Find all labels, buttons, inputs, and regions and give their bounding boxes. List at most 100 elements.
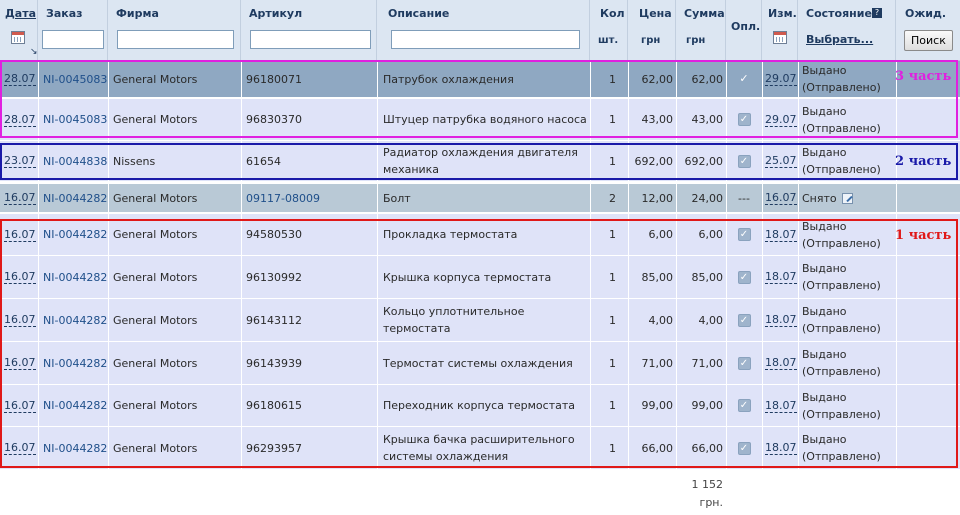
changed-date-link[interactable]: 18.07 <box>765 270 797 284</box>
changed-date-link[interactable]: 18.07 <box>765 356 797 370</box>
date-link[interactable]: 16.07 <box>4 228 36 242</box>
date-link[interactable]: 16.07 <box>4 270 36 284</box>
column-divider <box>798 214 799 255</box>
header-sum-cell: Сумма грн <box>676 0 726 60</box>
cell-qty: 1 <box>609 270 616 284</box>
cell-changed: 18.07 <box>765 342 797 384</box>
changed-date-link[interactable]: 18.07 <box>765 313 797 327</box>
edit-icon[interactable] <box>841 192 853 204</box>
search-button[interactable]: Поиск <box>904 30 953 51</box>
description-text: Патрубок охлаждения <box>383 72 514 86</box>
cell-description: Крышка корпуса термостата <box>383 256 587 298</box>
article-text: 96830370 <box>246 113 302 126</box>
order-link[interactable]: NI-0044838 <box>43 155 107 168</box>
cell-price: 99,00 <box>641 399 674 412</box>
cell-price: 85,00 <box>641 270 674 284</box>
column-divider <box>896 385 897 426</box>
cell-date: 16.07 <box>4 214 38 255</box>
cell-price: 43,00 <box>641 113 674 126</box>
date-link[interactable]: 16.07 <box>4 356 36 370</box>
calendar-icon[interactable] <box>773 31 787 44</box>
cell-description: Патрубок охлаждения <box>383 61 587 97</box>
order-link[interactable]: NI-0044282 <box>43 271 107 284</box>
date-link[interactable]: 16.07 <box>4 313 36 327</box>
cell-description: Штуцер патрубка водяного насоса <box>383 99 587 140</box>
changed-date-link[interactable]: 25.07 <box>765 154 797 168</box>
date-link[interactable]: 28.07 <box>4 72 36 86</box>
firm-filter-input[interactable] <box>117 30 234 49</box>
cell-order: NI-0045083 <box>43 99 109 140</box>
header-qty-cell: Кол шт. <box>590 0 628 60</box>
order-link[interactable]: NI-0044282 <box>43 314 107 327</box>
header-qty: Кол <box>600 7 625 20</box>
order-filter-input[interactable] <box>42 30 104 49</box>
help-icon[interactable]: ? <box>872 8 882 18</box>
column-divider <box>798 427 799 469</box>
cell-status: Выдано (Отправлено) <box>802 342 894 384</box>
changed-date-link[interactable]: 29.07 <box>765 113 797 127</box>
cell-price: 71,00 <box>641 356 674 370</box>
header-price-cell: Цена грн <box>628 0 676 60</box>
order-link[interactable]: NI-0044282 <box>43 228 107 241</box>
cell-qty: 1 <box>609 356 616 370</box>
cell-date: 16.07 <box>4 342 38 384</box>
cell-price: 66,00 <box>641 441 674 455</box>
cell-price: 692,00 <box>634 154 674 168</box>
cell-qty: 1 <box>609 113 616 126</box>
table-header: Дата ↘ Заказ Фирма Артикул Описание Кол … <box>0 0 960 61</box>
cell-description: Переходник корпуса термостата <box>383 385 587 426</box>
cell-date: 16.07 <box>4 299 38 341</box>
header-date-sort[interactable]: Дата <box>5 7 36 20</box>
column-divider <box>377 61 378 97</box>
description-filter-input[interactable] <box>391 30 580 49</box>
changed-date-link[interactable]: 18.07 <box>765 441 797 455</box>
column-divider <box>377 184 378 212</box>
date-link[interactable]: 28.07 <box>4 113 36 127</box>
cell-changed: 29.07 <box>765 99 797 140</box>
status-select-link[interactable]: Выбрать... <box>806 33 873 46</box>
order-link[interactable]: NI-0044282 <box>43 442 107 455</box>
changed-date-link[interactable]: 18.07 <box>765 228 797 242</box>
order-link[interactable]: NI-0044282 <box>43 357 107 370</box>
article-link[interactable]: 09117-08009 <box>246 192 320 205</box>
cell-article: 96143939 <box>246 342 377 384</box>
cell-firm: General Motors <box>113 228 198 241</box>
column-divider <box>38 61 39 97</box>
cell-sum: 24,00 <box>691 191 724 205</box>
cell-article: 96180071 <box>246 61 377 97</box>
column-divider <box>38 99 39 140</box>
cell-price: 4,00 <box>648 313 674 327</box>
date-link[interactable]: 16.07 <box>4 441 36 455</box>
column-divider <box>38 184 39 212</box>
article-filter-input[interactable] <box>250 30 371 49</box>
column-divider <box>377 342 378 384</box>
changed-date-link[interactable]: 29.07 <box>765 72 797 86</box>
date-link[interactable]: 23.07 <box>4 154 36 168</box>
calendar-icon[interactable] <box>11 31 25 44</box>
cell-sum: 85,00 <box>691 270 724 284</box>
cell-date: 16.07 <box>4 427 38 469</box>
part2-label: 2 часть <box>895 154 952 169</box>
column-divider <box>762 427 763 469</box>
cell-paid: ✓ <box>726 61 762 97</box>
column-divider <box>762 214 763 255</box>
status-text: Выдано (Отправлено) <box>802 433 881 463</box>
cell-order: NI-0044838 <box>43 141 109 181</box>
cell-changed: 18.07 <box>765 427 797 469</box>
order-link[interactable]: NI-0045083 <box>43 73 107 86</box>
part1-label: 1 часть <box>895 228 952 243</box>
article-text: 96130992 <box>246 270 302 284</box>
cell-order: NI-0044282 <box>43 299 109 341</box>
order-link[interactable]: NI-0044282 <box>43 399 107 412</box>
order-link[interactable]: NI-0045083 <box>43 113 107 126</box>
column-divider <box>377 385 378 426</box>
cell-date: 28.07 <box>4 61 38 97</box>
cell-article: 96830370 <box>246 99 377 140</box>
description-text: Переходник корпуса термостата <box>383 399 575 412</box>
changed-date-link[interactable]: 18.07 <box>765 399 797 413</box>
date-link[interactable]: 16.07 <box>4 399 36 413</box>
changed-date-link[interactable]: 16.07 <box>765 191 797 205</box>
header-changed-cell: Изм. <box>762 0 798 60</box>
date-link[interactable]: 16.07 <box>4 191 36 205</box>
order-link[interactable]: NI-0044282 <box>43 192 107 205</box>
